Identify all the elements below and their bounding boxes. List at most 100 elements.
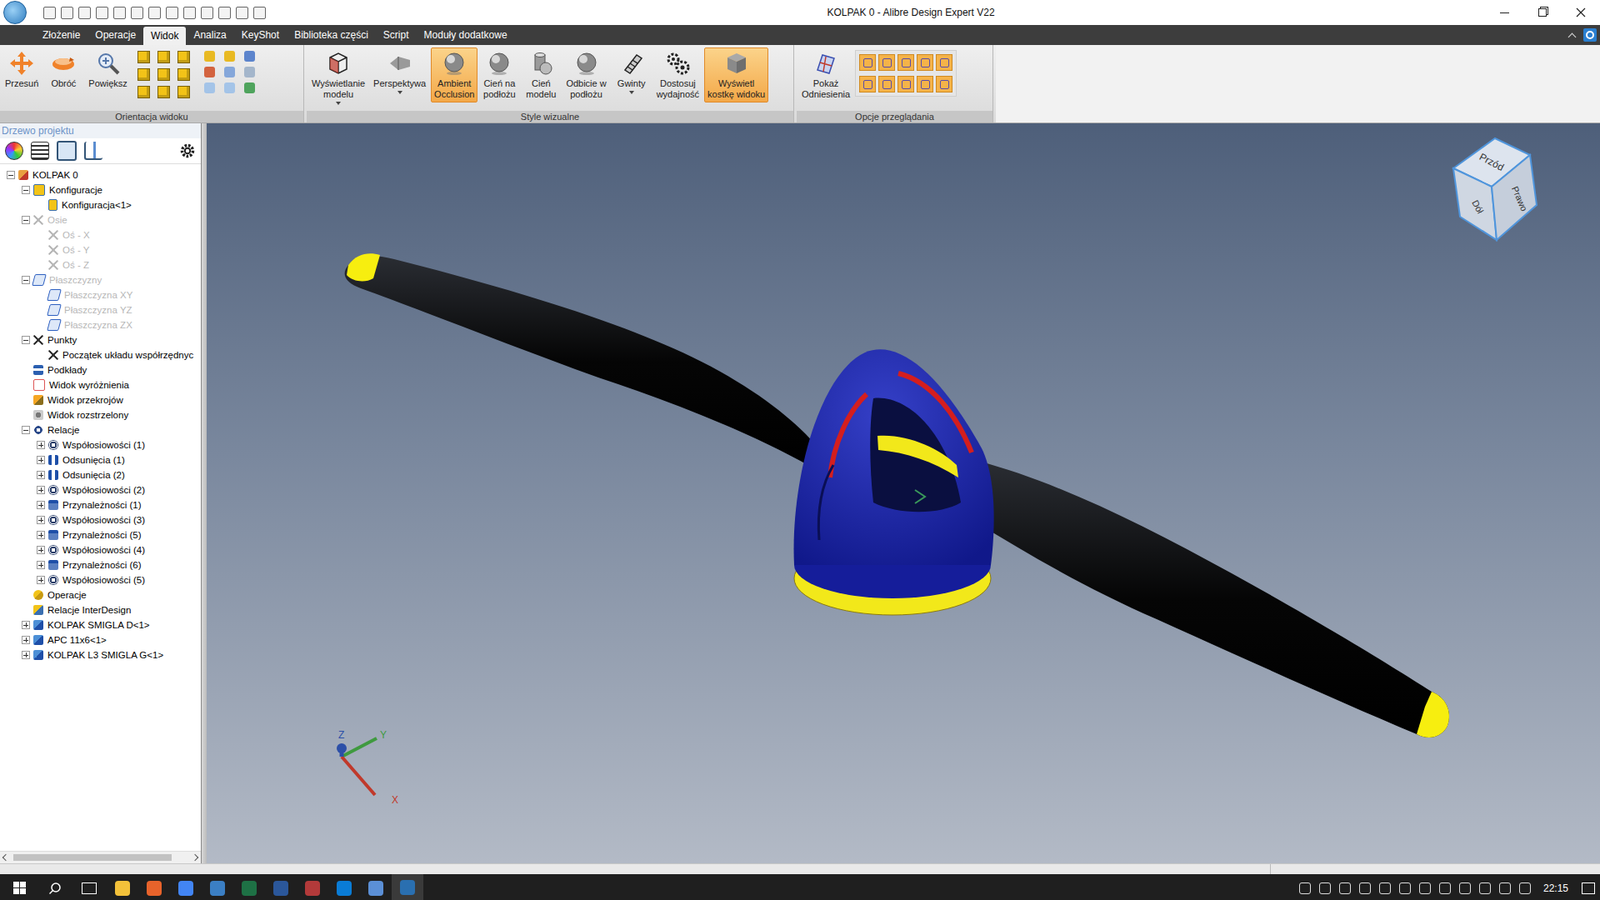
taskbar-app-icon[interactable] [296, 874, 329, 900]
view-navigation-icon[interactable] [244, 66, 255, 78]
ribbon-button[interactable]: Obróć [43, 47, 84, 92]
view-option-icon[interactable] [878, 75, 895, 93]
ribbon-tab[interactable]: Złożenie [35, 25, 88, 45]
view-option-icon[interactable] [916, 75, 934, 93]
tree-item[interactable]: Współosiowości (3) [0, 512, 201, 528]
tree-item[interactable]: Widok wyróżnienia [0, 377, 201, 393]
expander-icon[interactable] [21, 335, 30, 345]
tree-item[interactable]: Relacje [0, 422, 201, 438]
tree-item[interactable]: Konfiguracja<1> [0, 197, 201, 213]
ribbon-button[interactable]: PokażOdniesienia [798, 47, 854, 103]
tree-item[interactable]: Operacje [0, 587, 201, 603]
taskbar-app-icon[interactable] [201, 874, 234, 900]
view-navigation-icon[interactable] [204, 50, 215, 62]
minimize-icon[interactable] [1485, 0, 1524, 25]
propeller-model[interactable] [206, 123, 1600, 864]
tree-item[interactable]: KOLPAK L3 SMIGLA G<1> [0, 647, 201, 663]
task-view-icon[interactable] [81, 882, 97, 895]
tree-item[interactable]: Współosiowości (4) [0, 542, 201, 558]
expander-icon[interactable] [36, 545, 45, 555]
view-navigation-icon[interactable] [224, 66, 235, 78]
taskbar-app-icon[interactable] [170, 874, 202, 900]
ribbon-button[interactable]: Odbicie wpodłożu [562, 47, 610, 103]
view-option-icon[interactable] [897, 54, 915, 71]
quick-access-icon[interactable] [95, 6, 109, 20]
tree-item[interactable]: Przynależności (1) [0, 497, 201, 513]
view-navigation-icon[interactable] [204, 66, 215, 78]
tray-icon[interactable] [1399, 882, 1411, 895]
close-icon[interactable] [1561, 0, 1600, 25]
tray-icon[interactable] [1499, 882, 1511, 895]
ribbon-tab[interactable]: Analiza [185, 25, 234, 45]
quick-access-icon[interactable] [78, 6, 91, 20]
view-navigation-icon[interactable] [244, 50, 255, 62]
quick-access-icon[interactable] [130, 6, 144, 20]
clock[interactable]: 22:15 [1535, 882, 1577, 895]
tray-icon[interactable] [1339, 882, 1351, 895]
tree-item[interactable]: KOLPAK 0 [0, 167, 201, 183]
tree-item[interactable]: Osie [0, 212, 201, 228]
ribbon-button[interactable]: Gwinty [611, 47, 652, 97]
tree-item[interactable]: Punkty [0, 332, 201, 348]
expander-icon[interactable] [21, 650, 30, 660]
ribbon-button[interactable]: Cieńmodelu [520, 47, 561, 103]
view-orientation-icon[interactable] [157, 68, 170, 81]
tree-item[interactable]: KOLPAK SMIGLA D<1> [0, 617, 201, 633]
ribbon-button[interactable]: Powiększ [85, 47, 130, 92]
tree-item[interactable]: Oś - Z [0, 257, 201, 273]
tree-tool-icon[interactable] [5, 141, 24, 160]
tree-item[interactable]: Początek układu współrzędnyc [0, 347, 201, 363]
tree-item[interactable]: Widok rozstrzelony [0, 407, 201, 423]
tray-icon[interactable] [1479, 882, 1491, 895]
right-blade[interactable] [975, 460, 1450, 738]
expander-icon[interactable] [36, 530, 45, 540]
windows-start-icon[interactable] [0, 874, 39, 900]
tree-item[interactable]: Przynależności (6) [0, 557, 201, 573]
tree-item[interactable]: Przynależności (5) [0, 527, 201, 543]
taskbar-app-icon[interactable] [138, 874, 170, 900]
quick-access-icon[interactable] [253, 6, 266, 20]
quick-access-icon[interactable] [43, 6, 56, 20]
left-blade[interactable] [345, 255, 815, 467]
taskbar-app-icon[interactable] [360, 874, 392, 900]
tray-icon[interactable] [1359, 882, 1371, 895]
view-orientation-icon[interactable] [137, 68, 150, 81]
ribbon-tab[interactable]: Operacje [87, 25, 144, 45]
tree-item[interactable]: Relacje InterDesign [0, 602, 201, 618]
quick-access-icon[interactable] [200, 6, 214, 20]
view-option-icon[interactable] [935, 54, 953, 71]
tree-item[interactable]: Oś - Y [0, 242, 201, 258]
tree-item[interactable]: Odsunięcia (2) [0, 467, 201, 483]
restore-icon[interactable] [1523, 0, 1562, 25]
taskbar-app-icon[interactable] [328, 874, 360, 900]
ribbon-button[interactable]: Przesuń [1, 47, 42, 92]
tree-tool-icon[interactable] [84, 141, 103, 160]
view-option-icon[interactable] [859, 75, 876, 93]
ribbon-tab[interactable]: Widok [143, 26, 186, 45]
expander-icon[interactable] [36, 560, 45, 570]
quick-access-icon[interactable] [183, 6, 196, 20]
collapse-ribbon-icon[interactable] [1568, 32, 1577, 41]
search-icon[interactable] [38, 881, 72, 895]
tray-icon[interactable] [1519, 882, 1531, 895]
tray-icon[interactable] [1419, 882, 1431, 895]
quick-access-icon[interactable] [218, 6, 231, 20]
help-icon[interactable] [1583, 28, 1597, 42]
tree-tool-icon[interactable] [30, 141, 50, 160]
ribbon-button[interactable]: Dostosujwydajność [653, 47, 703, 103]
view-orientation-icon[interactable] [137, 85, 150, 99]
taskbar-app-icon[interactable] [233, 874, 265, 900]
expander-icon[interactable] [36, 485, 45, 495]
ribbon-tab[interactable]: Biblioteka części [286, 25, 376, 45]
expander-icon[interactable] [6, 170, 15, 180]
ribbon-tab[interactable]: KeyShot [234, 25, 287, 45]
view-cube[interactable]: PrzódDółPrawo [1441, 135, 1542, 244]
expander-icon[interactable] [21, 425, 30, 435]
scroll-left-icon[interactable] [0, 851, 12, 864]
expander-icon[interactable] [21, 635, 30, 645]
view-orientation-icon[interactable] [177, 85, 190, 99]
tree-item[interactable]: Płaszczyzna YZ [0, 302, 201, 318]
view-orientation-icon[interactable] [137, 50, 150, 64]
view-navigation-icon[interactable] [224, 82, 235, 94]
notification-icon[interactable] [1581, 882, 1595, 895]
